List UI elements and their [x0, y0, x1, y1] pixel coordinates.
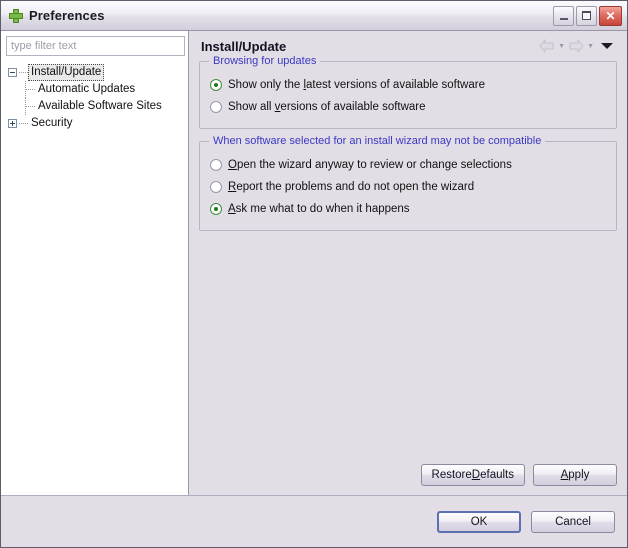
dialog-footer: OK Cancel — [1, 495, 627, 547]
radio-label-mnemonic: A — [228, 203, 236, 215]
apply-mnemonic: A — [560, 469, 569, 481]
back-arrow-icon[interactable] — [539, 39, 555, 53]
preference-page: Install/Update ▼ ▼ Browsing for updates … — [189, 31, 627, 495]
page-title: Install/Update — [201, 38, 287, 54]
page-nav-controls: ▼ ▼ — [539, 39, 619, 53]
tree-item-label: Security — [31, 117, 73, 129]
radio-label-pre: Show all — [228, 101, 275, 113]
ok-button[interactable]: OK — [437, 510, 521, 533]
dialog-body: Install/Update Automatic Updates Availab… — [1, 31, 627, 495]
radio-label-post: pen the wizard anyway to review or chang… — [236, 159, 512, 171]
close-icon: ✕ — [605, 8, 616, 23]
apply-post: pply — [568, 469, 590, 481]
radio-label-post: ersions of available software — [280, 101, 426, 113]
minimize-button[interactable] — [553, 5, 574, 26]
maximize-icon — [582, 11, 591, 20]
page-menu-icon[interactable] — [601, 43, 613, 49]
window-title: Preferences — [29, 8, 105, 23]
green-plus-icon — [9, 8, 23, 23]
tree-item-label: Available Software Sites — [38, 100, 162, 112]
back-dropdown-icon[interactable]: ▼ — [558, 43, 565, 50]
page-content: Browsing for updates Show only the lates… — [189, 55, 627, 464]
radio-open-wizard-anyway[interactable]: Open the wizard anyway to review or chan… — [210, 154, 606, 176]
forward-arrow-icon[interactable] — [568, 39, 584, 53]
radio-label-pre: Show only the — [228, 79, 304, 91]
restore-defaults-mnemonic: D — [471, 469, 481, 481]
expand-icon[interactable] — [6, 119, 19, 128]
radio-label: Open the wizard anyway to review or chan… — [228, 159, 512, 171]
group-browsing-for-updates: Browsing for updates Show only the lates… — [199, 55, 617, 129]
radio-icon[interactable] — [210, 79, 222, 91]
radio-label: Show only the latest versions of availab… — [228, 79, 485, 91]
radio-icon[interactable] — [210, 203, 222, 215]
page-action-bar: Restore Defaults Apply — [189, 464, 627, 495]
tree-item-security[interactable]: Security — [6, 115, 184, 132]
radio-label-post: sk me what to do when it happens — [235, 203, 410, 215]
radio-label: Show all versions of available software — [228, 101, 426, 113]
radio-icon[interactable] — [210, 101, 222, 113]
radio-label: Report the problems and do not open the … — [228, 181, 474, 193]
preferences-dialog: Preferences ✕ Instal — [0, 0, 628, 548]
title-bar: Preferences ✕ — [1, 1, 627, 31]
tree-item-available-software-sites[interactable]: Available Software Sites — [6, 98, 184, 115]
tree-item-label: Install/Update — [28, 64, 105, 81]
preference-tree-panel: Install/Update Automatic Updates Availab… — [1, 31, 189, 495]
restore-defaults-post: efaults — [480, 469, 514, 481]
window-controls: ✕ — [553, 5, 624, 26]
tree-guide — [19, 123, 28, 124]
filter-input[interactable] — [6, 36, 185, 56]
preference-tree: Install/Update Automatic Updates Availab… — [6, 64, 184, 132]
group-install-wizard-compatibility: When software selected for an install wi… — [199, 135, 617, 231]
maximize-button[interactable] — [576, 5, 597, 26]
group-title: Browsing for updates — [209, 55, 321, 67]
radio-label-mnemonic: O — [228, 159, 237, 171]
apply-button[interactable]: Apply — [533, 464, 617, 486]
tree-guide — [26, 106, 35, 107]
radio-report-problems[interactable]: Report the problems and do not open the … — [210, 176, 606, 198]
forward-dropdown-icon[interactable]: ▼ — [587, 43, 594, 50]
radio-show-all-versions[interactable]: Show all versions of available software — [210, 96, 606, 118]
radio-label-post: atest versions of available software — [306, 79, 485, 91]
radio-icon[interactable] — [210, 159, 222, 171]
restore-defaults-button[interactable]: Restore Defaults — [420, 464, 525, 486]
cancel-button[interactable]: Cancel — [531, 510, 615, 533]
radio-show-latest-versions[interactable]: Show only the latest versions of availab… — [210, 74, 606, 96]
restore-defaults-pre: Restore — [431, 469, 472, 481]
tree-item-automatic-updates[interactable]: Automatic Updates — [6, 81, 184, 98]
radio-label: Ask me what to do when it happens — [228, 203, 410, 215]
close-button[interactable]: ✕ — [599, 5, 622, 26]
collapse-icon[interactable] — [6, 68, 19, 77]
radio-ask-me[interactable]: Ask me what to do when it happens — [210, 198, 606, 220]
tree-item-install-update[interactable]: Install/Update — [6, 64, 184, 81]
tree-guide — [19, 72, 28, 73]
radio-icon[interactable] — [210, 181, 222, 193]
group-title: When software selected for an install wi… — [209, 135, 546, 147]
tree-item-label: Automatic Updates — [38, 83, 136, 95]
minimize-icon — [559, 17, 568, 20]
radio-label-post: eport the problems and do not open the w… — [236, 181, 475, 193]
tree-guide — [26, 89, 35, 90]
